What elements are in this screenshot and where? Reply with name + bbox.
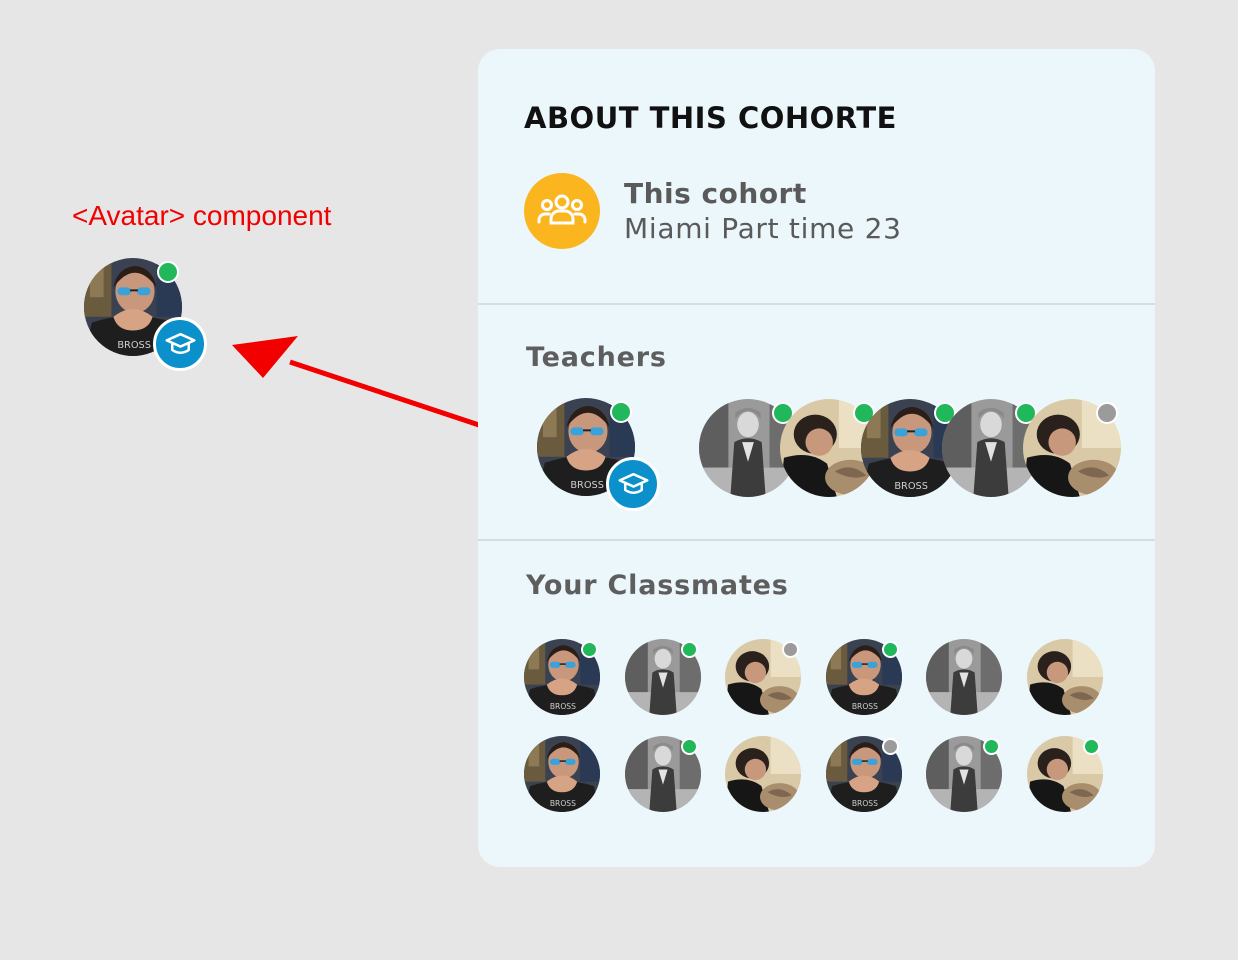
- teachers-heading: Teachers: [526, 342, 667, 373]
- classmate-avatar[interactable]: [725, 639, 801, 715]
- svg-text:BROSS: BROSS: [550, 799, 576, 808]
- section-divider: [478, 539, 1155, 541]
- offline-status-dot: [781, 641, 799, 659]
- svg-text:BROSS: BROSS: [894, 481, 928, 492]
- classmate-avatar[interactable]: [926, 736, 1002, 812]
- card-title: ABOUT THIS COHORTE: [524, 101, 897, 135]
- teacher-badge: [153, 317, 208, 372]
- classmate-avatar[interactable]: [624, 736, 701, 812]
- graduation-cap-icon: [165, 332, 196, 354]
- classmates-heading: Your Classmates: [526, 570, 789, 601]
- teacher-avatar[interactable]: [1023, 399, 1121, 497]
- svg-text:BROSS: BROSS: [851, 799, 877, 808]
- svg-text:BROSS: BROSS: [851, 702, 877, 711]
- online-status-dot: [681, 641, 699, 659]
- online-status-dot: [681, 738, 699, 756]
- cohort-label: This cohort: [624, 177, 807, 210]
- graduation-cap-icon: [618, 472, 649, 494]
- online-status-dot: [157, 260, 180, 283]
- cohort-name: Miami Part time 23: [624, 212, 902, 245]
- classmate-avatar[interactable]: [624, 639, 701, 715]
- cohort-info-card: ABOUT THIS COHORTE This cohort Miami Par…: [478, 49, 1155, 867]
- svg-text:BROSS: BROSS: [550, 702, 576, 711]
- classmate-avatar[interactable]: [926, 639, 1002, 715]
- offline-status-dot: [1096, 401, 1119, 424]
- teacher-avatar[interactable]: BROSS: [537, 398, 661, 512]
- avatar-photo: [926, 639, 1002, 715]
- online-status-dot: [982, 738, 1000, 756]
- users-group-icon: [537, 194, 587, 225]
- classmate-avatar[interactable]: BROSS: [524, 639, 600, 715]
- avatar-photo: BROSS: [524, 736, 600, 812]
- online-status-dot: [610, 400, 633, 423]
- cohort-icon: [524, 173, 600, 249]
- example-avatar-component[interactable]: BROSS: [84, 258, 208, 372]
- classmate-avatar[interactable]: [1026, 736, 1103, 812]
- offline-status-dot: [882, 738, 900, 756]
- svg-text:BROSS: BROSS: [570, 480, 604, 491]
- classmate-avatar[interactable]: BROSS: [825, 736, 902, 812]
- avatar-photo: [1026, 639, 1103, 715]
- online-status-dot: [882, 641, 900, 659]
- online-status-dot: [1083, 738, 1101, 756]
- classmate-avatar[interactable]: BROSS: [825, 639, 902, 715]
- section-divider: [478, 303, 1155, 305]
- classmate-avatar[interactable]: [1026, 639, 1103, 715]
- teacher-badge: [606, 457, 661, 512]
- classmate-avatar[interactable]: [725, 736, 801, 812]
- avatar-photo: [725, 736, 801, 812]
- online-status-dot: [580, 641, 598, 659]
- svg-text:BROSS: BROSS: [117, 340, 151, 351]
- classmate-avatar[interactable]: BROSS: [524, 736, 600, 812]
